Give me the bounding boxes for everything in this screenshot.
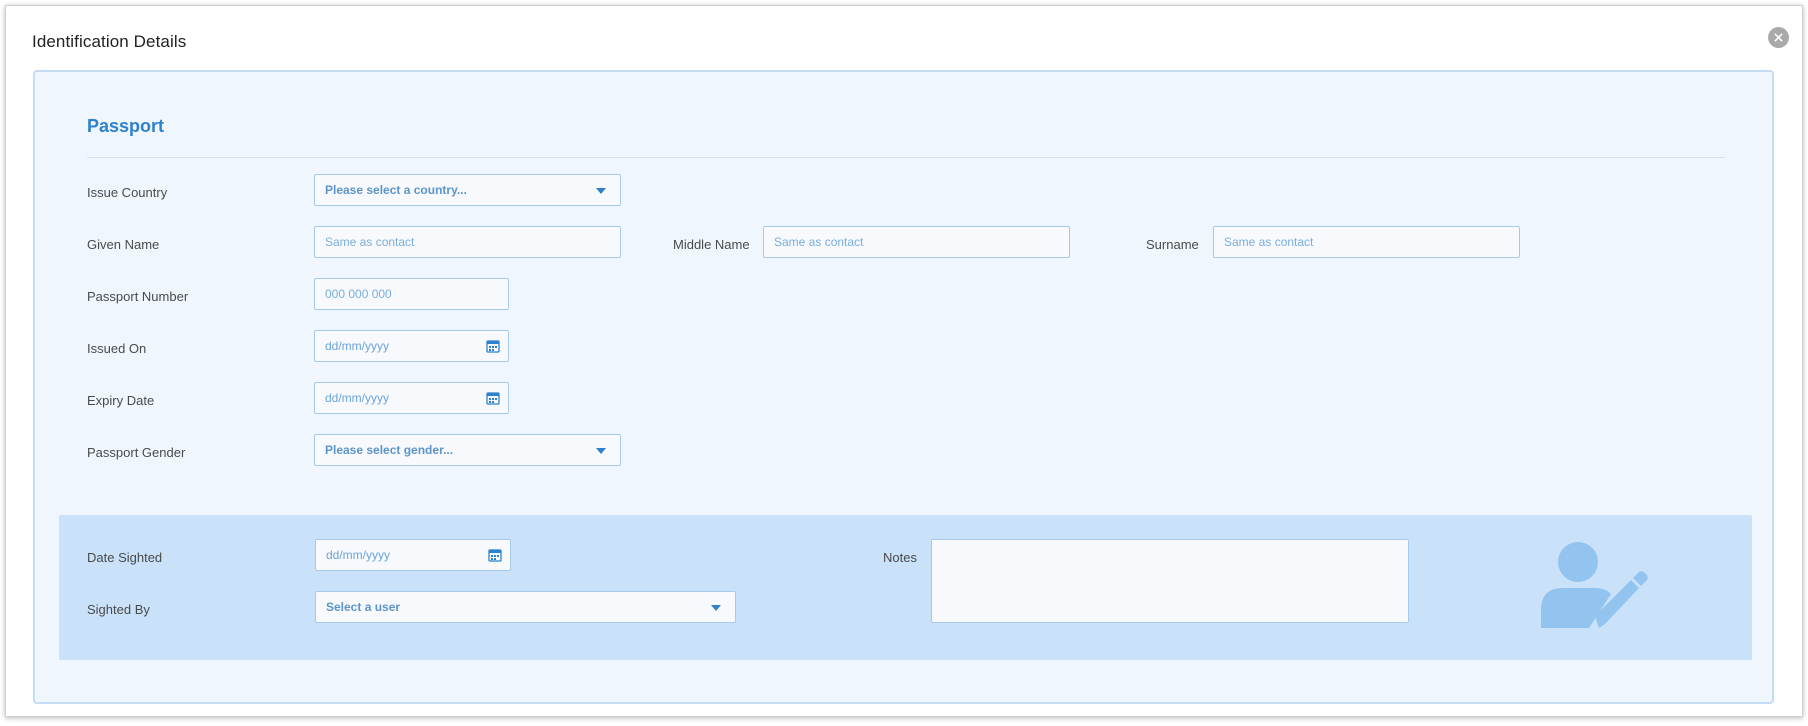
surname-label: Surname [1146,237,1199,252]
calendar-icon[interactable] [486,391,500,405]
passport-number-label: Passport Number [87,289,189,304]
passport-gender-select[interactable]: Please select gender... [314,434,621,466]
expiry-date-input[interactable]: dd/mm/yyyy [314,382,509,414]
notes-textarea[interactable] [931,539,1409,623]
notes-label: Notes [883,550,917,565]
date-sighted-label: Date Sighted [87,550,163,565]
passport-gender-label: Passport Gender [87,445,186,460]
chevron-down-icon [711,605,721,611]
identification-details-dialog: Identification Details Passport Issue Co… [5,5,1803,717]
given-name-label: Given Name [87,237,160,252]
surname-input[interactable] [1213,226,1520,258]
date-sighted-placeholder: dd/mm/yyyy [326,548,391,562]
close-icon [1774,33,1783,42]
user-edit-icon [1541,542,1648,628]
passport-panel: Passport Issue Country Please select a c… [33,70,1774,704]
expiry-date-label: Expiry Date [87,393,155,408]
calendar-icon[interactable] [486,339,500,353]
chevron-down-icon [596,188,606,194]
issued-on-date-input[interactable]: dd/mm/yyyy [314,330,509,362]
sighted-by-placeholder: Select a user [326,600,401,614]
issued-on-label: Issued On [87,341,147,356]
section-divider [87,157,1725,158]
passport-gender-placeholder: Please select gender... [325,443,454,457]
middle-name-input[interactable] [763,226,1070,258]
middle-name-label: Middle Name [673,237,750,252]
issue-country-label: Issue Country [87,185,168,200]
sighting-section: Date Sighted dd/mm/yyyy Sighted By Selec… [59,515,1752,660]
sighted-by-select[interactable]: Select a user [315,591,736,623]
issue-country-select[interactable]: Please select a country... [314,174,621,206]
sighted-by-label: Sighted By [87,602,150,617]
dialog-title: Identification Details [32,32,187,51]
date-sighted-input[interactable]: dd/mm/yyyy [315,539,511,571]
issued-on-placeholder: dd/mm/yyyy [325,339,390,353]
chevron-down-icon [596,448,606,454]
given-name-input[interactable] [314,226,621,258]
expiry-date-placeholder: dd/mm/yyyy [325,391,390,405]
close-button[interactable] [1768,27,1789,48]
calendar-icon[interactable] [488,548,502,562]
issue-country-placeholder: Please select a country... [325,183,467,197]
section-title: Passport [87,116,165,136]
passport-number-input[interactable] [314,278,509,310]
